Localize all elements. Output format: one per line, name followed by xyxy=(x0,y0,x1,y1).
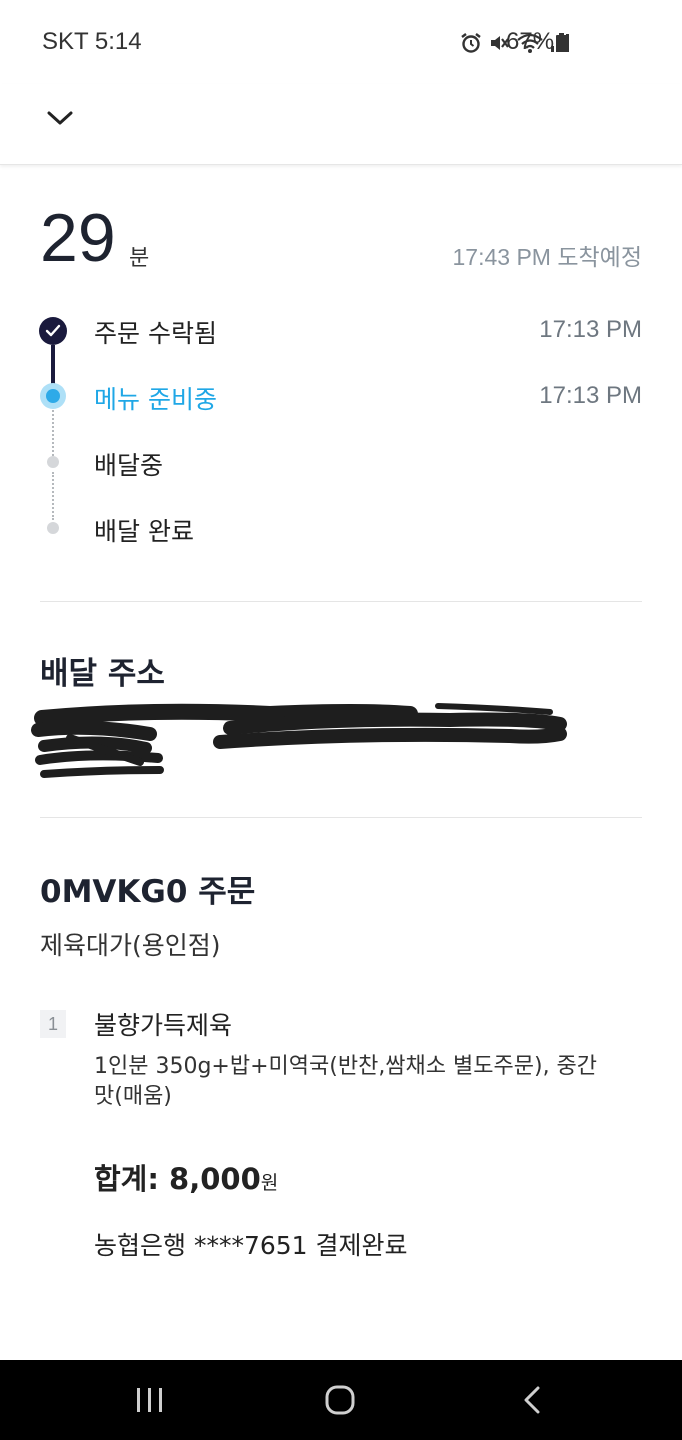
order-total: 합계: 8,000원 xyxy=(94,1156,278,1198)
step-time-preparing: 17:13 PM xyxy=(539,382,642,409)
order-total-unit: 원 xyxy=(260,1172,279,1194)
top-header xyxy=(0,84,682,165)
address-title: 배달 주소 xyxy=(40,656,165,692)
step-label-delivered: 배달 완료 xyxy=(94,517,194,546)
payment-status: 농협은행 ****7651 결제완료 xyxy=(94,1231,408,1260)
item-quantity: 1 xyxy=(40,1010,66,1038)
battery-percent: 67% xyxy=(506,28,555,55)
eta-unit: 분 xyxy=(129,246,150,271)
recent-apps-button[interactable] xyxy=(110,1370,190,1430)
order-total-amount: 합계: 8,000 xyxy=(94,1162,261,1196)
item-options: 1인분 350g+밥+미역국(반찬,쌈채소 별도주문), 중간맛(매움) xyxy=(94,1054,598,1109)
check-icon xyxy=(45,324,61,337)
eta-arrival-time: 17:43 PM 도착예정 xyxy=(452,244,642,270)
step-done-icon xyxy=(39,317,67,345)
item-name: 불향가득제육 xyxy=(94,1011,233,1040)
home-icon xyxy=(325,1385,355,1415)
step-active-core xyxy=(46,389,60,403)
timeline-connector-dotted xyxy=(52,410,54,456)
step-time-accepted: 17:13 PM xyxy=(539,316,642,343)
alarm-icon xyxy=(461,33,481,53)
battery-icon xyxy=(556,33,567,52)
divider xyxy=(40,601,642,602)
recent-apps-icon xyxy=(137,1388,162,1412)
back-button[interactable] xyxy=(492,1370,572,1430)
back-icon xyxy=(524,1386,540,1414)
redacted-address-scribble xyxy=(31,703,567,778)
step-pending-icon xyxy=(47,522,59,534)
status-carrier-time: SKT 5:14 xyxy=(42,28,142,55)
shop-name: 제육대가(용인점) xyxy=(40,931,221,960)
timeline-connector-dotted xyxy=(52,472,54,520)
step-pending-icon xyxy=(47,456,59,468)
timeline-connector xyxy=(51,345,55,385)
chevron-down-icon xyxy=(47,111,73,125)
eta-minutes: 29 xyxy=(40,200,116,276)
home-button[interactable] xyxy=(300,1370,380,1430)
order-title: 0MVKG0 주문 xyxy=(40,874,256,910)
collapse-button[interactable] xyxy=(40,98,80,138)
step-label-delivering: 배달중 xyxy=(94,451,164,480)
step-label-accepted: 주문 수락됨 xyxy=(94,319,217,348)
divider xyxy=(40,817,642,818)
step-label-preparing: 메뉴 준비중 xyxy=(94,385,217,414)
step-active-icon xyxy=(40,383,66,409)
